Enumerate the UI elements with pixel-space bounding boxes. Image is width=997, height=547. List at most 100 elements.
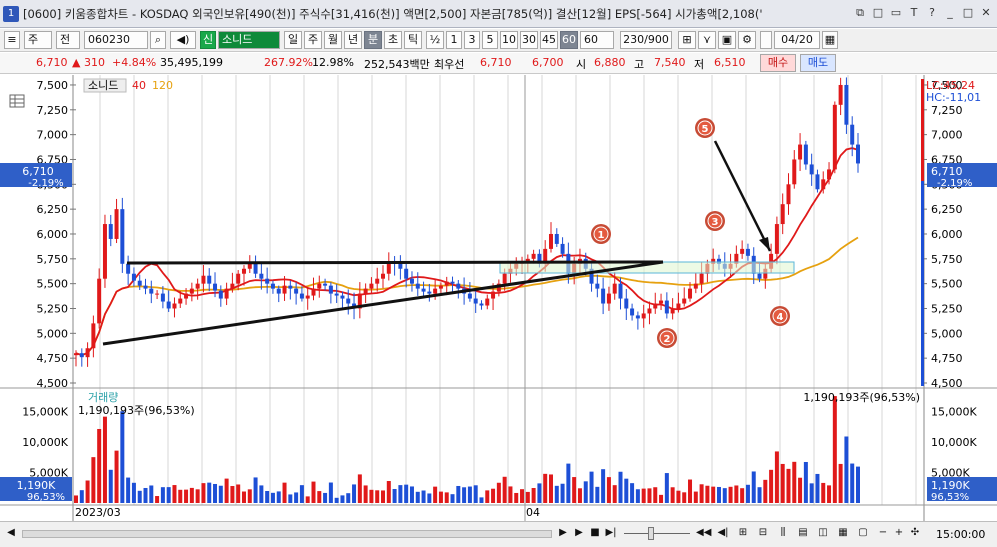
period-year[interactable]: 년 [344,31,362,49]
calendar-icon[interactable]: ▦ [822,31,838,49]
volume-bar [421,490,426,503]
candle-body [693,283,698,289]
minute-60[interactable]: 60 [560,31,578,49]
type-select[interactable]: 전 [56,31,80,49]
zoom-slider-thumb[interactable] [648,527,654,540]
volume-bar [195,489,200,503]
minute-10[interactable]: 10 [500,31,518,49]
volume-bar [352,484,357,503]
candle-body [624,298,629,309]
candle-icon[interactable]: ⫼ [776,525,790,541]
scroll-left-icon[interactable]: ◀ [4,525,18,541]
menu-icon[interactable]: ≡ [4,31,20,49]
volume-bar [763,479,768,503]
zoom-slider[interactable] [624,533,690,534]
tool-icon[interactable]: ⊞ [678,31,696,49]
volume-bar [236,484,241,503]
save-icon[interactable]: ▣ [718,31,736,49]
settings-icon[interactable]: ⚙ [738,31,756,49]
period-second[interactable]: 초 [384,31,402,49]
step-forward-icon[interactable]: ▶| [604,525,618,541]
stop-icon[interactable]: ■ [588,525,602,541]
period-day[interactable]: 일 [284,31,302,49]
minute-45[interactable]: 45 [540,31,558,49]
volume-bar [444,492,449,503]
minute-30[interactable]: 30 [520,31,538,49]
legend-ma40: 40 [132,79,146,92]
close-icon[interactable]: ✕ [979,6,993,20]
window-icon[interactable]: ▢ [856,525,870,541]
volume-bar [265,491,270,503]
minute-3[interactable]: 3 [464,31,480,49]
zoom-out-icon[interactable]: − [876,525,890,541]
period-week[interactable]: 주 [304,31,322,49]
date-checkbox[interactable] [760,31,772,49]
split-icon[interactable]: ◫ [816,525,830,541]
candle-body [381,273,386,279]
candle-body [531,253,536,259]
print-icon[interactable]: ▭ [889,6,903,20]
volume-bar [230,486,235,503]
candle-body [798,144,803,160]
minute-5[interactable]: 5 [482,31,498,49]
candle-body [317,283,322,289]
minute-select[interactable]: 60 [580,31,614,49]
chart-type-icon[interactable]: ⋎ [698,31,716,49]
minimize-icon[interactable]: _ [943,6,957,20]
crosshair-icon[interactable]: ✣ [908,525,922,541]
prev-icon[interactable]: ◀| [716,525,730,541]
candle-body [827,169,832,180]
volume-bar [404,484,409,503]
count-field[interactable]: 230/900 [620,31,672,49]
market-select[interactable]: 주 [24,31,52,49]
candle-body [178,298,183,304]
maximize-icon[interactable]: □ [961,6,975,20]
candle-body [670,308,675,314]
volume-bar [74,495,78,503]
grid-icon[interactable]: ⊟ [756,525,770,541]
half-button[interactable]: ½ [426,31,444,49]
volume-bar [612,485,617,503]
minute-1[interactable]: 1 [446,31,462,49]
volume-bar [659,494,664,503]
zoom-in-icon[interactable]: + [892,525,906,541]
search-icon[interactable]: ⌕ [150,31,166,49]
font-icon[interactable]: T [907,6,921,20]
volume-bar [844,436,849,503]
sell-button[interactable]: 매도 [800,54,836,72]
volume-bar [166,487,171,503]
period-minute[interactable]: 분 [364,31,382,49]
scroll-right-icon[interactable]: ▶ [556,525,570,541]
link-icon[interactable]: ⧉ [853,6,867,20]
footer-time: 15:00:00 [936,528,986,541]
volume-bar [213,483,218,503]
period-month[interactable]: 월 [324,31,342,49]
chart-area[interactable]: 7,500 7,5007,250 7,2507,000 7,0006,750 6,750… [0,75,997,521]
volume-bar [722,488,727,503]
horizontal-scrollbar[interactable] [22,530,552,538]
chart-toolbar: ≡ 주 전 060230 ⌕ ◀) 신 소니드 일 주 월 년 분 초 틱 ½ … [0,29,997,52]
box-icon[interactable]: □ [871,6,885,20]
rewind-icon[interactable]: ◀◀ [696,525,711,541]
right-current-price: 6,710 [931,165,963,178]
volume-bar [270,492,275,503]
stock-code-input[interactable]: 060230 [84,31,148,49]
step-right-icon[interactable]: ▶ [572,525,586,541]
layout-icon[interactable]: ▤ [796,525,810,541]
speaker-icon[interactable]: ◀) [170,31,196,49]
date-input[interactable]: 04/20 [774,31,820,49]
candle-body [265,278,270,284]
candle-body [288,285,293,289]
candle-body [375,278,380,284]
volume-bar [577,488,582,503]
candle-body [259,273,264,279]
candle-body [491,291,496,299]
y-tick-label-left: 5,250 [37,302,69,315]
volume-bar [184,489,189,503]
fit-icon[interactable]: ⊞ [736,525,750,541]
buy-button[interactable]: 매수 [760,54,796,72]
volume-bar [601,469,606,503]
help-icon[interactable]: ? [925,6,939,20]
table-icon[interactable]: ▦ [836,525,850,541]
period-tick[interactable]: 틱 [404,31,422,49]
